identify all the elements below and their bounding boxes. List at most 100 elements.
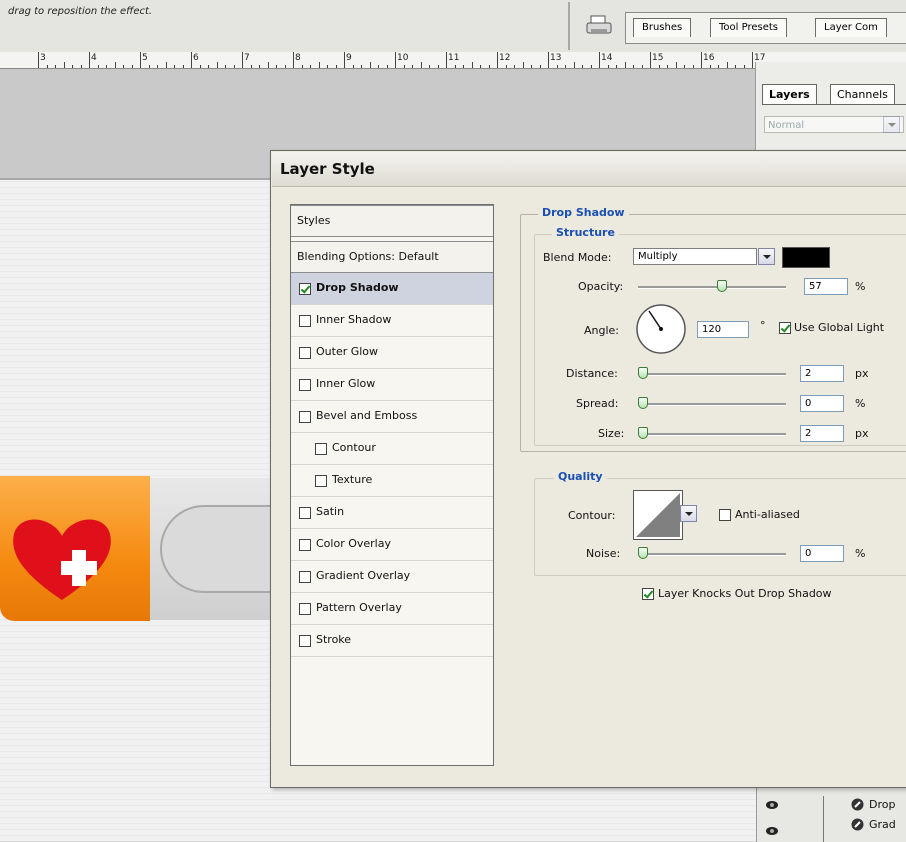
ruler-number: 4 bbox=[91, 53, 97, 63]
tab-tool-presets[interactable]: Tool Presets bbox=[710, 18, 787, 37]
angle-dial[interactable] bbox=[635, 303, 687, 355]
distance-slider-thumb[interactable] bbox=[638, 367, 648, 379]
styles-header-label: Styles bbox=[297, 214, 331, 227]
style-item-pattern-overlay[interactable]: Pattern Overlay bbox=[291, 593, 493, 625]
style-item-texture[interactable]: Texture bbox=[291, 465, 493, 497]
orange-button-artwork bbox=[0, 476, 150, 621]
ruler-tick bbox=[310, 65, 311, 68]
style-item-label: Satin bbox=[316, 505, 345, 518]
ruler-tick bbox=[624, 62, 626, 68]
layers-panel-tabs: Layers Channels bbox=[762, 84, 906, 105]
ruler-tick bbox=[89, 52, 90, 68]
ruler-tick bbox=[174, 65, 175, 68]
ruler-tick bbox=[573, 62, 575, 68]
style-item-stroke[interactable]: Stroke bbox=[291, 625, 493, 657]
ruler-tick bbox=[582, 65, 583, 68]
style-checkbox[interactable] bbox=[299, 347, 311, 359]
effect-gradient[interactable]: Grad bbox=[869, 818, 896, 831]
chevron-down-icon[interactable] bbox=[883, 116, 900, 133]
spread-input[interactable]: 0 bbox=[800, 395, 844, 412]
style-item-satin[interactable]: Satin bbox=[291, 497, 493, 529]
eye-icon[interactable] bbox=[765, 800, 779, 810]
chevron-down-icon[interactable] bbox=[758, 248, 775, 265]
spread-slider-thumb[interactable] bbox=[638, 397, 648, 409]
ruler-tick bbox=[63, 62, 65, 68]
style-item-color-overlay[interactable]: Color Overlay bbox=[291, 529, 493, 561]
anti-aliased-checkbox[interactable] bbox=[719, 509, 731, 521]
distance-slider[interactable] bbox=[638, 373, 786, 376]
size-input[interactable]: 2 bbox=[800, 425, 844, 442]
ruler-tick bbox=[446, 52, 447, 68]
effect-drop-shadow[interactable]: Drop bbox=[869, 798, 895, 811]
style-checkbox[interactable] bbox=[299, 635, 311, 647]
quality-group bbox=[534, 478, 906, 576]
style-item-drop-shadow[interactable]: Drop Shadow bbox=[291, 273, 493, 305]
distance-input[interactable]: 2 bbox=[800, 365, 844, 382]
use-global-light-checkbox[interactable] bbox=[779, 322, 791, 334]
effect-icon bbox=[851, 818, 864, 831]
size-slider-thumb[interactable] bbox=[638, 427, 648, 439]
style-checkbox[interactable] bbox=[315, 443, 327, 455]
shadow-color-swatch[interactable] bbox=[782, 247, 830, 268]
tab-layer-comps[interactable]: Layer Com bbox=[815, 18, 887, 37]
style-item-contour[interactable]: Contour bbox=[291, 433, 493, 465]
ruler-number: 9 bbox=[346, 53, 352, 63]
style-item-label: Color Overlay bbox=[316, 537, 391, 550]
style-checkbox[interactable] bbox=[299, 379, 311, 391]
style-checkbox[interactable] bbox=[299, 315, 311, 327]
tab-brushes[interactable]: Brushes bbox=[633, 18, 692, 37]
tab-channels[interactable]: Channels bbox=[830, 84, 895, 104]
style-checkbox[interactable] bbox=[299, 283, 311, 295]
spread-slider[interactable] bbox=[638, 403, 786, 406]
opacity-slider[interactable] bbox=[638, 286, 786, 289]
ruler-number: 5 bbox=[142, 53, 148, 63]
spread-label: Spread: bbox=[576, 397, 619, 410]
ruler-tick bbox=[114, 62, 116, 68]
knocks-out-checkbox[interactable] bbox=[642, 588, 654, 600]
size-slider[interactable] bbox=[638, 433, 786, 436]
ruler-tick bbox=[395, 52, 396, 68]
noise-slider[interactable] bbox=[638, 553, 786, 556]
ruler-tick bbox=[463, 65, 464, 68]
style-checkbox[interactable] bbox=[299, 539, 311, 551]
tree-line bbox=[823, 796, 824, 842]
blend-mode-select[interactable]: Multiply bbox=[633, 248, 757, 265]
angle-unit: ° bbox=[760, 319, 766, 332]
style-item-gradient-overlay[interactable]: Gradient Overlay bbox=[291, 561, 493, 593]
chevron-down-icon[interactable] bbox=[680, 505, 697, 522]
palette-well-icon[interactable] bbox=[585, 14, 615, 36]
style-checkbox[interactable] bbox=[299, 603, 311, 615]
contour-preview[interactable] bbox=[633, 490, 683, 540]
ruler-tick bbox=[191, 52, 192, 68]
ruler-tick bbox=[616, 65, 617, 68]
style-checkbox[interactable] bbox=[299, 571, 311, 583]
eye-icon[interactable] bbox=[765, 826, 779, 836]
style-checkbox[interactable] bbox=[299, 507, 311, 519]
ruler-tick bbox=[701, 52, 702, 68]
ruler-tick bbox=[55, 65, 56, 68]
blending-options-label: Blending Options: Default bbox=[297, 250, 439, 263]
ruler-tick bbox=[106, 65, 107, 68]
ruler-number: 11 bbox=[448, 53, 460, 63]
size-label: Size: bbox=[598, 427, 625, 440]
blending-options-item[interactable]: Blending Options: Default bbox=[291, 241, 493, 273]
layers-panel bbox=[755, 62, 906, 162]
style-item-label: Pattern Overlay bbox=[316, 601, 402, 614]
style-checkbox[interactable] bbox=[315, 475, 327, 487]
style-item-inner-glow[interactable]: Inner Glow bbox=[291, 369, 493, 401]
ruler-tick bbox=[658, 65, 660, 68]
noise-slider-thumb[interactable] bbox=[638, 547, 648, 559]
ruler-tick bbox=[148, 65, 150, 68]
opacity-input[interactable]: 57 bbox=[804, 278, 848, 295]
angle-input[interactable]: 120 bbox=[697, 321, 749, 338]
style-item-bevel-and-emboss[interactable]: Bevel and Emboss bbox=[291, 401, 493, 433]
styles-header[interactable]: Styles bbox=[291, 205, 493, 237]
ruler-tick bbox=[123, 65, 124, 68]
style-item-inner-shadow[interactable]: Inner Shadow bbox=[291, 305, 493, 337]
noise-input[interactable]: 0 bbox=[800, 545, 844, 562]
ruler-tick bbox=[225, 65, 226, 68]
drop-shadow-title: Drop Shadow bbox=[538, 206, 629, 219]
style-checkbox[interactable] bbox=[299, 411, 311, 423]
tab-layers[interactable]: Layers bbox=[762, 84, 817, 104]
style-item-outer-glow[interactable]: Outer Glow bbox=[291, 337, 493, 369]
